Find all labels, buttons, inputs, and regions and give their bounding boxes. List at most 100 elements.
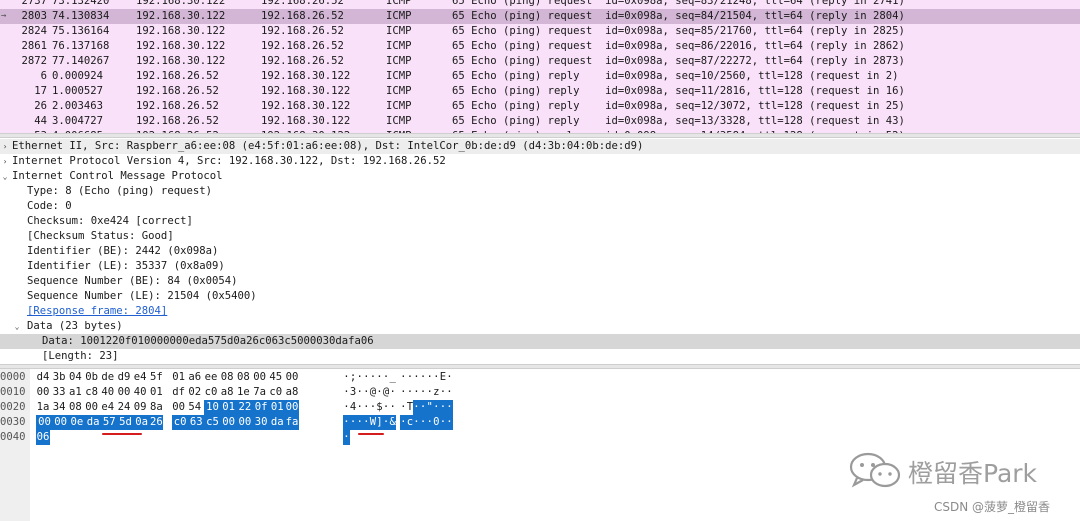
- hex-byte[interactable]: 7a: [253, 385, 267, 400]
- hex-byte[interactable]: ee: [204, 370, 218, 385]
- hex-byte[interactable]: c0: [204, 385, 218, 400]
- packet-row[interactable]: 2737 73.132420 192.168.30.122 192.168.26.52…: [0, 0, 1080, 9]
- hex-byte[interactable]: da: [84, 415, 102, 430]
- hex-byte[interactable]: 00: [117, 385, 131, 400]
- hex-byte[interactable]: e4: [101, 400, 115, 415]
- hex-byte[interactable]: 00: [52, 415, 70, 430]
- hex-byte[interactable]: c5: [204, 415, 221, 430]
- ascii-char[interactable]: ·: [446, 370, 453, 385]
- hex-byte[interactable]: a1: [68, 385, 82, 400]
- hex-byte[interactable]: 8a: [149, 400, 163, 415]
- hex-byte[interactable]: 10: [204, 400, 221, 415]
- tree-field[interactable]: Sequence Number (BE): 84 (0x0054): [0, 274, 1080, 289]
- hex-byte[interactable]: 57: [100, 415, 118, 430]
- hex-byte[interactable]: 00: [36, 385, 50, 400]
- hex-byte[interactable]: 0e: [68, 415, 86, 430]
- hex-byte[interactable]: fa: [285, 415, 299, 430]
- hex-byte[interactable]: 00: [172, 400, 186, 415]
- tree-data[interactable]: ⌄ Data (23 bytes): [0, 319, 1080, 334]
- hex-byte[interactable]: 40: [101, 385, 115, 400]
- hex-byte[interactable]: 08: [68, 400, 82, 415]
- hex-byte[interactable]: df: [172, 385, 186, 400]
- tree-ethernet[interactable]: › Ethernet II, Src: Raspberr_a6:ee:08 (e4…: [0, 139, 1080, 154]
- hex-byte[interactable]: 30: [252, 415, 270, 430]
- hex-byte[interactable]: 00: [285, 400, 299, 415]
- hex-byte[interactable]: a8: [220, 385, 234, 400]
- hex-byte[interactable]: 01: [149, 385, 163, 400]
- tree-field[interactable]: Identifier (LE): 35337 (0x8a09): [0, 259, 1080, 274]
- hex-byte[interactable]: 00: [253, 370, 267, 385]
- pane-splitter-top[interactable]: [0, 133, 1080, 138]
- hex-byte[interactable]: 08: [220, 370, 234, 385]
- hex-byte[interactable]: c0: [171, 415, 189, 430]
- tree-field[interactable]: Checksum: 0xe424 [correct]: [0, 214, 1080, 229]
- tree-data-value[interactable]: Data: 1001220f010000000eda575d0a26c063c5…: [0, 334, 1080, 349]
- tree-field[interactable]: Code: 0: [0, 199, 1080, 214]
- hex-byte[interactable]: 5f: [149, 370, 163, 385]
- hex-byte[interactable]: 01: [172, 370, 186, 385]
- hex-byte[interactable]: e4: [133, 370, 147, 385]
- hex-byte[interactable]: 09: [133, 400, 147, 415]
- hex-byte[interactable]: 3b: [52, 370, 66, 385]
- hex-byte[interactable]: 0a: [133, 415, 151, 430]
- response-frame-link-text[interactable]: [Response frame: 2804]: [27, 304, 167, 319]
- hex-byte[interactable]: d4: [36, 370, 50, 385]
- packet-bytes-pane[interactable]: 0000 d4 3b 04 0b de d9 e4 5f 01 a6 ee 08 08 00 45 00 ·; · ·…: [0, 369, 1080, 521]
- chevron-right-icon[interactable]: ›: [0, 139, 10, 154]
- packet-row[interactable]: 6 0.000924 192.168.26.52 192.168.30.122 ICMP…: [0, 69, 1080, 84]
- packet-details-tree[interactable]: › Ethernet II, Src: Raspberr_a6:ee:08 (e4…: [0, 139, 1080, 364]
- tree-ipv4[interactable]: › Internet Protocol Version 4, Src: 192.1…: [0, 154, 1080, 169]
- hex-byte[interactable]: 1e: [236, 385, 250, 400]
- packet-row[interactable]: 2872 77.140267 192.168.30.122 192.168.26.52…: [0, 54, 1080, 69]
- hex-byte[interactable]: 04: [68, 370, 82, 385]
- hex-byte[interactable]: 54: [188, 400, 202, 415]
- ascii-char[interactable]: _: [389, 370, 396, 385]
- hex-byte[interactable]: 34: [52, 400, 66, 415]
- packet-row[interactable]: 26 2.003463 192.168.26.52 192.168.30.122 ICM…: [0, 99, 1080, 114]
- hex-byte[interactable]: 00: [285, 370, 299, 385]
- ascii-char[interactable]: ·: [446, 400, 453, 415]
- hex-byte[interactable]: 0f: [252, 400, 270, 415]
- hex-byte[interactable]: 00: [85, 400, 99, 415]
- tree-field[interactable]: Identifier (BE): 2442 (0x098a): [0, 244, 1080, 259]
- hex-byte[interactable]: 63: [187, 415, 205, 430]
- hex-byte[interactable]: 45: [269, 370, 283, 385]
- hex-byte[interactable]: 02: [188, 385, 202, 400]
- ascii-char[interactable]: ·: [343, 430, 350, 445]
- packet-row[interactable]: 44 3.004727 192.168.26.52 192.168.30.122 ICM…: [0, 114, 1080, 129]
- hex-byte[interactable]: 33: [52, 385, 66, 400]
- hex-byte[interactable]: c8: [85, 385, 99, 400]
- hex-byte[interactable]: 06: [36, 430, 50, 445]
- chevron-down-icon[interactable]: ⌄: [12, 319, 22, 334]
- ascii-char[interactable]: ·: [389, 400, 396, 415]
- tree-field[interactable]: [Checksum Status: Good]: [0, 229, 1080, 244]
- packet-row[interactable]: 2861 76.137168 192.168.30.122 192.168.26.52…: [0, 39, 1080, 54]
- hex-byte[interactable]: 00: [36, 415, 53, 430]
- hex-byte[interactable]: de: [101, 370, 115, 385]
- tree-field[interactable]: Sequence Number (LE): 21504 (0x5400): [0, 289, 1080, 304]
- packet-row[interactable]: 2824 75.136164 192.168.30.122 192.168.26.52…: [0, 24, 1080, 39]
- hex-byte[interactable]: 40: [133, 385, 147, 400]
- tree-icmp[interactable]: ⌄ Internet Control Message Protocol: [0, 169, 1080, 184]
- hex-byte[interactable]: c0: [269, 385, 283, 400]
- hex-byte[interactable]: 01: [220, 400, 238, 415]
- hex-byte[interactable]: 01: [268, 400, 286, 415]
- hex-byte[interactable]: a6: [188, 370, 202, 385]
- chevron-down-icon[interactable]: ⌄: [0, 169, 10, 184]
- ascii-char[interactable]: ·: [446, 415, 453, 430]
- hex-byte[interactable]: d9: [117, 370, 131, 385]
- hex-byte[interactable]: 0b: [85, 370, 99, 385]
- hex-byte[interactable]: 26: [149, 415, 164, 430]
- response-frame-link[interactable]: [Response frame: 2804]: [0, 304, 1080, 319]
- hex-byte[interactable]: 24: [117, 400, 131, 415]
- ascii-char[interactable]: ·: [446, 385, 453, 400]
- ascii-char[interactable]: ·: [389, 385, 396, 400]
- tree-field[interactable]: Type: 8 (Echo (ping) request): [0, 184, 1080, 199]
- hex-byte[interactable]: 08: [236, 370, 250, 385]
- hex-byte[interactable]: a8: [285, 385, 299, 400]
- hex-byte[interactable]: da: [268, 415, 286, 430]
- hex-byte[interactable]: 22: [236, 400, 254, 415]
- hex-byte[interactable]: 00: [220, 415, 238, 430]
- hex-byte[interactable]: 5d: [117, 415, 134, 430]
- packet-row[interactable]: 17 1.000527 192.168.26.52 192.168.30.122 ICM…: [0, 84, 1080, 99]
